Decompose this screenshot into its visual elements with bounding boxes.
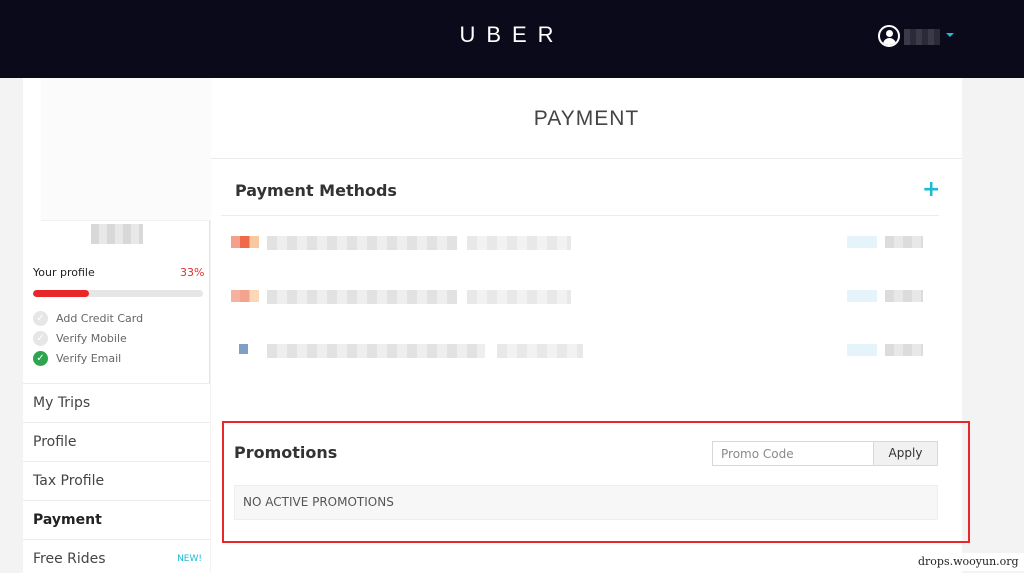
- sidebar-item-tax-profile[interactable]: Tax Profile: [23, 461, 210, 500]
- card-tag-redacted: [847, 344, 877, 356]
- user-name-redacted: [904, 29, 940, 45]
- top-bar: UBER: [0, 0, 1024, 78]
- promotions-section: Promotions Apply NO ACTIVE PROMOTIONS: [222, 421, 970, 543]
- page-body: Your profile 33% ✓ Add Credit Card ✓ Verif…: [0, 78, 1024, 578]
- card-details-redacted: [267, 236, 457, 250]
- payment-methods-list: [221, 215, 939, 358]
- card-tag-redacted: [847, 290, 877, 302]
- sidebar: Your profile 33% ✓ Add Credit Card ✓ Verif…: [23, 78, 215, 578]
- card-details-redacted: [267, 344, 485, 358]
- checklist-verify-email[interactable]: ✓ Verify Email: [33, 351, 121, 366]
- watermark: drops.wooyun.org: [912, 553, 1024, 571]
- sidebar-item-profile[interactable]: Profile: [23, 422, 210, 461]
- divider: [211, 158, 962, 159]
- card-details-redacted: [267, 290, 457, 304]
- check-circle-icon: ✓: [33, 311, 48, 326]
- payment-method-row[interactable]: [221, 216, 939, 270]
- sidebar-item-label: Free Rides: [33, 551, 106, 567]
- promo-code-input[interactable]: [712, 441, 874, 466]
- sidebar-item-my-trips[interactable]: My Trips: [23, 383, 210, 422]
- card-expiry-redacted: [885, 290, 923, 302]
- card-brand-icon: [239, 344, 248, 354]
- sidebar-item-free-rides[interactable]: Free Rides NEW!: [23, 539, 210, 578]
- card-details-redacted: [467, 290, 571, 304]
- user-menu[interactable]: [878, 25, 958, 49]
- card-details-redacted: [497, 344, 583, 358]
- sidebar-item-payment[interactable]: Payment: [23, 500, 210, 539]
- apply-promo-button[interactable]: Apply: [873, 441, 938, 466]
- profile-completion-percent: 33%: [180, 266, 205, 279]
- page-title: PAYMENT: [533, 107, 640, 130]
- payment-method-row[interactable]: [221, 324, 939, 378]
- card-expiry-redacted: [885, 344, 923, 356]
- card-tag-redacted: [847, 236, 877, 248]
- check-circle-icon: ✓: [33, 351, 48, 366]
- profile-photo: [41, 78, 215, 221]
- plus-icon[interactable]: +: [922, 177, 940, 202]
- checklist-add-credit-card[interactable]: ✓ Add Credit Card: [33, 311, 143, 326]
- card-brand-icon: [231, 236, 259, 248]
- profile-progress-bar: [33, 290, 203, 297]
- uber-logo[interactable]: UBER: [0, 22, 1024, 48]
- new-badge: NEW!: [177, 554, 202, 564]
- no-promotions-message: NO ACTIVE PROMOTIONS: [234, 485, 938, 520]
- promotions-heading: Promotions: [234, 443, 338, 462]
- checklist-verify-mobile[interactable]: ✓ Verify Mobile: [33, 331, 127, 346]
- caret-down-icon: [946, 33, 954, 37]
- payment-method-row[interactable]: [221, 270, 939, 324]
- payment-methods-heading: Payment Methods: [235, 181, 397, 200]
- profile-completion-label: Your profile: [33, 266, 95, 279]
- check-circle-icon: ✓: [33, 331, 48, 346]
- card-expiry-redacted: [885, 236, 923, 248]
- profile-progress-fill: [33, 290, 90, 297]
- profile-name-redacted: [91, 224, 143, 244]
- user-icon: [878, 25, 900, 47]
- card-details-redacted: [467, 236, 571, 250]
- card-brand-icon: [231, 290, 259, 302]
